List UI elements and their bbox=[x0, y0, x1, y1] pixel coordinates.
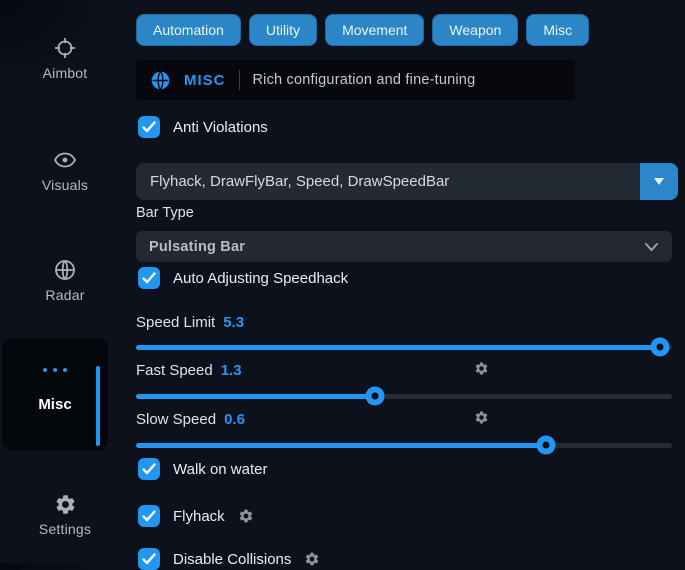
globe-icon bbox=[150, 70, 171, 91]
tab-weapon[interactable]: Weapon bbox=[432, 14, 518, 46]
bar-type-value: Pulsating Bar bbox=[149, 239, 245, 255]
sidebar-item-label: Visuals bbox=[0, 177, 130, 193]
checkbox-flyhack[interactable]: Flyhack bbox=[138, 505, 254, 527]
section-header: MISC Rich configuration and fine-tuning bbox=[136, 60, 575, 100]
slider-fill bbox=[136, 345, 660, 350]
speed-limit-value: 5.3 bbox=[223, 314, 244, 331]
triangle-down-icon bbox=[652, 176, 666, 188]
fast-speed-slider[interactable] bbox=[136, 389, 672, 404]
section-subtitle: Rich configuration and fine-tuning bbox=[253, 72, 476, 88]
bar-type-select[interactable]: Pulsating Bar bbox=[136, 231, 672, 262]
speed-limit-slider[interactable] bbox=[136, 340, 672, 355]
sidebar-item-label: Misc bbox=[2, 396, 108, 413]
fast-speed-value: 1.3 bbox=[221, 362, 242, 379]
slider-handle[interactable] bbox=[537, 436, 556, 455]
slow-speed-value: 0.6 bbox=[224, 411, 245, 428]
dropdown-button[interactable] bbox=[640, 163, 678, 200]
gear-icon[interactable] bbox=[474, 361, 489, 380]
sidebar-item-misc[interactable]: Misc bbox=[2, 338, 108, 450]
fast-speed-label: Fast Speed 1.3 bbox=[136, 362, 242, 379]
gear-icon[interactable] bbox=[474, 410, 489, 429]
checkbox-auto-adjusting-speedhack[interactable]: Auto Adjusting Speedhack bbox=[138, 267, 348, 289]
section-title: MISC bbox=[184, 72, 226, 89]
speed-limit-label: Speed Limit 5.3 bbox=[136, 314, 244, 331]
divider bbox=[239, 70, 240, 90]
checkbox-walk-on-water[interactable]: Walk on water bbox=[138, 458, 267, 480]
gear-icon bbox=[0, 493, 130, 516]
checkbox-label: Anti Violations bbox=[173, 119, 268, 136]
checkbox-label: Auto Adjusting Speedhack bbox=[173, 270, 348, 287]
sidebar-item-visuals[interactable]: Visuals bbox=[0, 148, 130, 193]
checkbox-checked-icon[interactable] bbox=[138, 267, 160, 289]
sidebar-item-radar[interactable]: Radar bbox=[0, 258, 130, 303]
tab-utility[interactable]: Utility bbox=[249, 14, 317, 46]
checkbox-label: Disable Collisions bbox=[173, 551, 291, 568]
sidebar-item-label: Aimbot bbox=[0, 65, 130, 81]
checkbox-disable-collisions[interactable]: Disable Collisions bbox=[138, 548, 320, 570]
checkbox-label: Flyhack bbox=[173, 508, 225, 525]
bar-flags-select[interactable]: Flyhack, DrawFlyBar, Speed, DrawSpeedBar bbox=[136, 163, 678, 200]
checkbox-checked-icon[interactable] bbox=[138, 548, 160, 570]
gear-icon[interactable] bbox=[238, 508, 254, 524]
slider-fill bbox=[136, 394, 375, 399]
chevron-down-icon bbox=[644, 242, 659, 252]
tab-movement[interactable]: Movement bbox=[325, 14, 424, 46]
checkbox-checked-icon[interactable] bbox=[138, 458, 160, 480]
crosshair-icon bbox=[0, 36, 130, 60]
checkbox-label: Walk on water bbox=[173, 461, 267, 478]
sidebar-item-label: Settings bbox=[0, 521, 130, 537]
tab-automation[interactable]: Automation bbox=[136, 14, 241, 46]
globe-icon bbox=[0, 258, 130, 282]
tab-misc[interactable]: Misc bbox=[526, 14, 589, 46]
active-indicator bbox=[96, 366, 100, 446]
sidebar: Aimbot Visuals Radar Misc Set bbox=[0, 0, 130, 563]
checkbox-anti-violations[interactable]: Anti Violations bbox=[138, 116, 268, 138]
slider-handle[interactable] bbox=[366, 387, 385, 406]
bar-type-label: Bar Type bbox=[136, 205, 194, 221]
checkbox-checked-icon[interactable] bbox=[138, 116, 160, 138]
slider-fill bbox=[136, 443, 546, 448]
sidebar-item-aimbot[interactable]: Aimbot bbox=[0, 36, 130, 81]
bar-flags-value: Flyhack, DrawFlyBar, Speed, DrawSpeedBar bbox=[136, 163, 640, 200]
slow-speed-slider[interactable] bbox=[136, 438, 672, 453]
main-panel: Automation Utility Movement Weapon Misc … bbox=[136, 0, 685, 563]
eye-icon bbox=[0, 148, 130, 172]
sidebar-item-label: Radar bbox=[0, 287, 130, 303]
slider-handle[interactable] bbox=[651, 338, 670, 357]
slow-speed-label: Slow Speed 0.6 bbox=[136, 411, 245, 428]
checkbox-checked-icon[interactable] bbox=[138, 505, 160, 527]
gear-icon[interactable] bbox=[304, 551, 320, 567]
sidebar-item-settings[interactable]: Settings bbox=[0, 493, 130, 537]
category-tabs: Automation Utility Movement Weapon Misc bbox=[136, 14, 589, 46]
ellipsis-icon bbox=[2, 368, 108, 372]
